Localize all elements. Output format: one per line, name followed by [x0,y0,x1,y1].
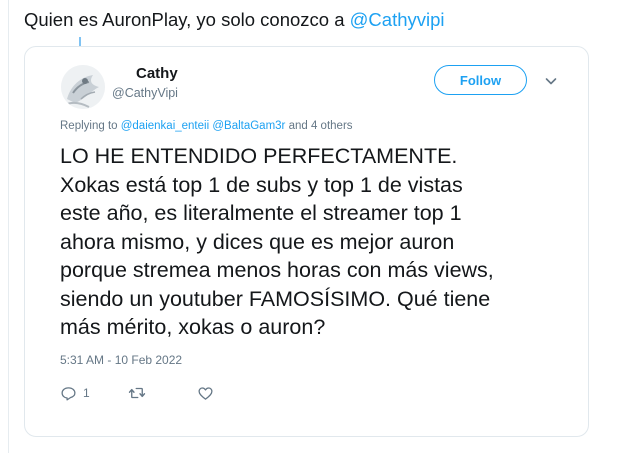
page-left-rule [8,0,9,453]
tweet-text: LO HE ENTENDIDO PERFECTAMENTE. Xokas est… [60,144,494,339]
reply-count: 1 [83,386,90,400]
avatar[interactable] [61,65,105,109]
retweet-icon [128,387,146,399]
embedded-tweet-card[interactable]: Cathy @CathyVipi Follow Replying to @dai… [24,46,589,437]
replying-to-line: Replying to @daienkai_enteii @BaltaGam3r… [60,120,353,132]
reply-icon [61,386,76,401]
replying-suffix: and 4 others [285,120,353,132]
caption-text: Quien es AuronPlay, yo solo conozco a [24,9,350,30]
like-icon [198,386,213,400]
follow-button[interactable]: Follow [434,65,527,95]
caption-mention-link[interactable]: @Cathyvipi [350,9,445,30]
retweet-button[interactable] [128,383,146,403]
post-caption: Quien es AuronPlay, yo solo conozco a @C… [24,8,445,32]
reply-mention-link-1[interactable]: @daienkai_enteii [121,120,209,132]
chevron-down-icon[interactable] [541,71,561,91]
tweet-timestamp[interactable]: 5:31 AM - 10 Feb 2022 [60,353,182,367]
author-handle[interactable]: @CathyVipi [112,84,178,102]
reply-button[interactable]: 1 [60,383,90,403]
reply-mention-link-2[interactable]: @BaltaGam3r [212,120,285,132]
like-button[interactable] [197,383,214,403]
author-name[interactable]: Cathy [136,64,178,84]
replying-prefix: Replying to [60,120,121,132]
avatar-image [61,65,105,109]
